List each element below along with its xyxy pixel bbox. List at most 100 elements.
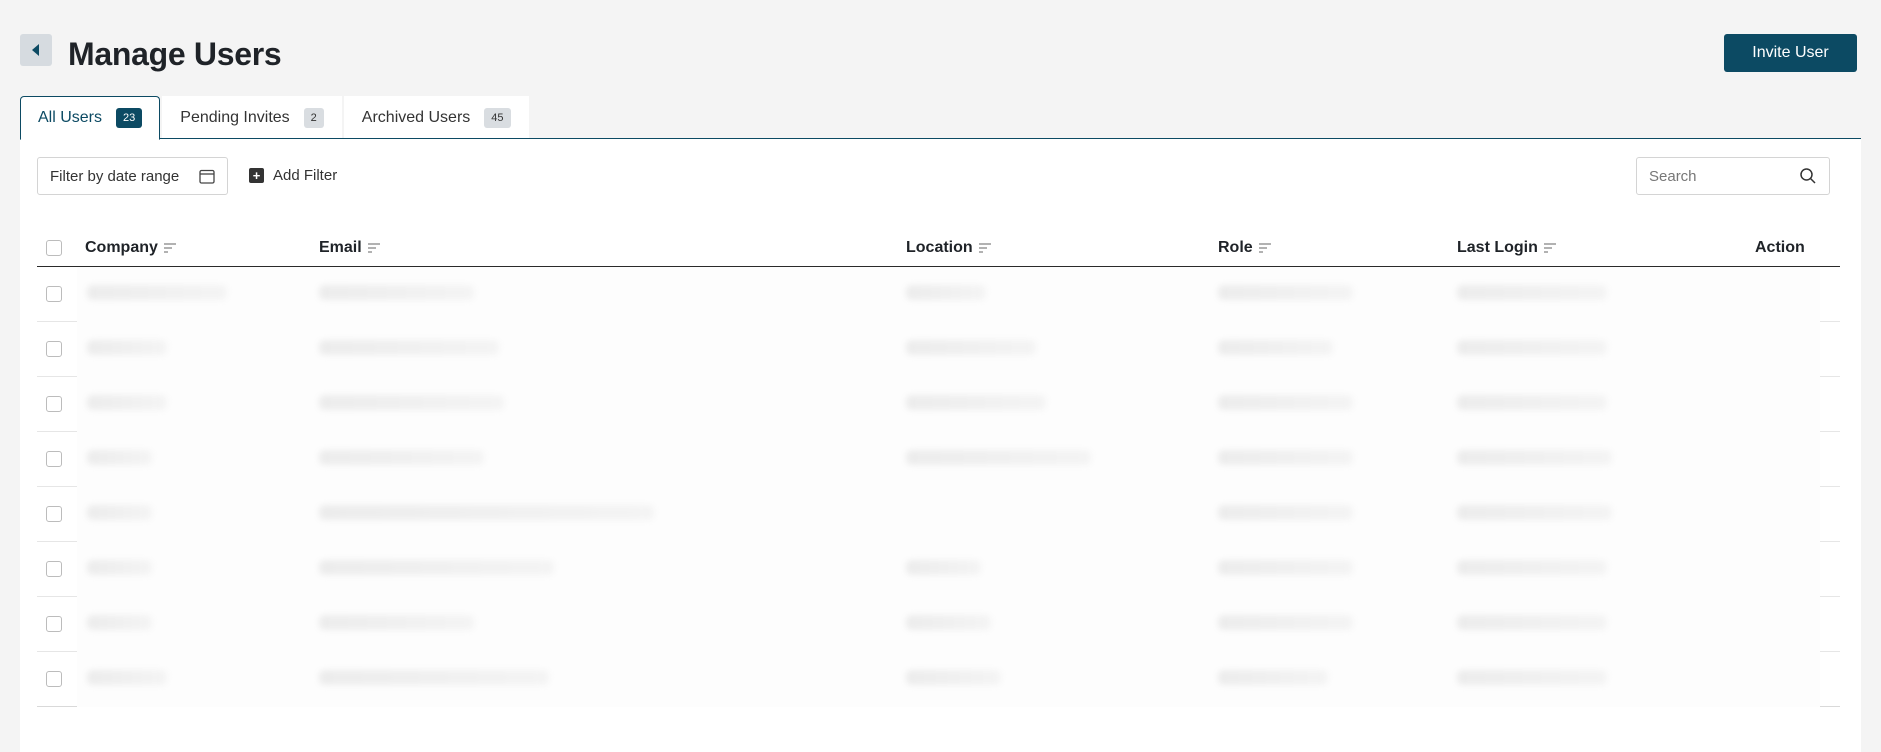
column-label: Company [85, 238, 158, 256]
search-box [1636, 157, 1830, 195]
redacted-cell [87, 450, 152, 465]
redacted-cell [87, 505, 152, 520]
column-email[interactable]: Email [319, 239, 380, 257]
column-label: Role [1218, 238, 1253, 256]
tab-label: All Users [38, 109, 103, 126]
row-checkbox[interactable] [46, 671, 62, 687]
invite-user-button[interactable]: Invite User [1724, 34, 1857, 72]
table-header: Company Email Location Role Last Login A… [37, 229, 1840, 267]
table-row[interactable] [37, 597, 1840, 652]
column-company[interactable]: Company [85, 239, 176, 257]
row-checkbox[interactable] [46, 506, 62, 522]
column-last-login[interactable]: Last Login [1457, 239, 1556, 257]
redacted-cell [1218, 670, 1328, 685]
users-table: Company Email Location Role Last Login A… [37, 229, 1840, 707]
table-row[interactable] [37, 377, 1840, 432]
redacted-cell [1457, 450, 1612, 465]
redacted-cell [87, 560, 152, 575]
add-filter-label: Add Filter [273, 167, 338, 184]
redacted-cell [1457, 615, 1607, 630]
redacted-cell [906, 615, 991, 630]
search-input[interactable] [1649, 167, 1779, 185]
redacted-cell [319, 340, 499, 355]
redacted-cell [319, 505, 654, 520]
back-button[interactable] [20, 34, 52, 66]
redacted-cell [1457, 285, 1607, 300]
redacted-cell [906, 285, 986, 300]
sort-icon [1543, 242, 1556, 253]
redacted-cell [87, 285, 227, 300]
redacted-cell [319, 670, 549, 685]
date-filter-label: Filter by date range [50, 167, 180, 185]
redacted-cell [1218, 395, 1353, 410]
row-checkbox[interactable] [46, 616, 62, 632]
redacted-cell [87, 340, 167, 355]
redacted-cell [1218, 505, 1353, 520]
redacted-cell [87, 670, 167, 685]
count-badge: 45 [484, 108, 511, 128]
row-checkbox[interactable] [46, 341, 62, 357]
column-action: Action [1755, 239, 1805, 257]
sort-icon [1258, 242, 1271, 253]
table-row[interactable] [37, 487, 1840, 542]
row-checkbox[interactable] [46, 451, 62, 467]
plus-icon: + [249, 168, 264, 183]
users-panel: Filter by date range + Add Filter Compan… [20, 138, 1861, 752]
table-body [37, 267, 1840, 707]
row-checkbox[interactable] [46, 286, 62, 302]
redacted-cell [1218, 340, 1333, 355]
column-label: Email [319, 238, 362, 256]
search-icon[interactable] [1799, 167, 1817, 185]
sort-icon [978, 242, 991, 253]
redacted-cell [906, 395, 1046, 410]
date-range-filter[interactable]: Filter by date range [37, 157, 228, 195]
tab-all-users[interactable]: All Users 23 [20, 96, 161, 140]
add-filter-button[interactable]: + Add Filter [249, 167, 337, 184]
redacted-cell [1218, 615, 1353, 630]
count-badge: 2 [303, 108, 324, 128]
table-row[interactable] [37, 542, 1840, 597]
tab-pending-invites[interactable]: Pending Invites 2 [162, 96, 342, 139]
tab-archived-users[interactable]: Archived Users 45 [343, 96, 529, 139]
select-all-checkbox[interactable] [46, 239, 62, 256]
redacted-cell [319, 560, 554, 575]
redacted-cell [1457, 395, 1607, 410]
redacted-cell [319, 615, 474, 630]
row-checkbox[interactable] [46, 396, 62, 412]
sort-icon [367, 242, 380, 253]
redacted-cell [87, 395, 167, 410]
redacted-cell [906, 670, 1001, 685]
redacted-cell [906, 340, 1036, 355]
redacted-cell [1218, 560, 1353, 575]
redacted-cell [1457, 505, 1612, 520]
redacted-cell [906, 560, 981, 575]
table-row[interactable] [37, 267, 1840, 322]
table-row[interactable] [37, 432, 1840, 487]
tab-label: Pending Invites [180, 109, 290, 126]
redacted-cell [1457, 560, 1607, 575]
table-row[interactable] [37, 652, 1840, 707]
redacted-cell [1218, 285, 1353, 300]
redacted-cell [319, 450, 484, 465]
tab-label: Archived Users [361, 109, 471, 126]
redacted-cell [87, 615, 152, 630]
column-role[interactable]: Role [1218, 239, 1271, 257]
redacted-cell [906, 450, 1091, 465]
column-label: Location [906, 238, 973, 256]
redacted-cell [319, 395, 504, 410]
column-label: Last Login [1457, 238, 1538, 256]
redacted-cell [1457, 340, 1607, 355]
count-badge: 23 [116, 108, 143, 128]
redacted-cell [319, 285, 474, 300]
page-title: Manage Users [68, 36, 282, 72]
row-checkbox[interactable] [46, 561, 62, 577]
redacted-cell [1457, 670, 1607, 685]
calendar-icon [199, 169, 215, 184]
column-label: Action [1755, 238, 1805, 256]
redacted-cell [1218, 450, 1353, 465]
user-tabs: All Users 23 Pending Invites 2 Archived … [20, 96, 529, 140]
column-location[interactable]: Location [906, 239, 991, 257]
sort-icon [163, 242, 176, 253]
table-row[interactable] [37, 322, 1840, 377]
caret-left-icon [32, 44, 39, 56]
